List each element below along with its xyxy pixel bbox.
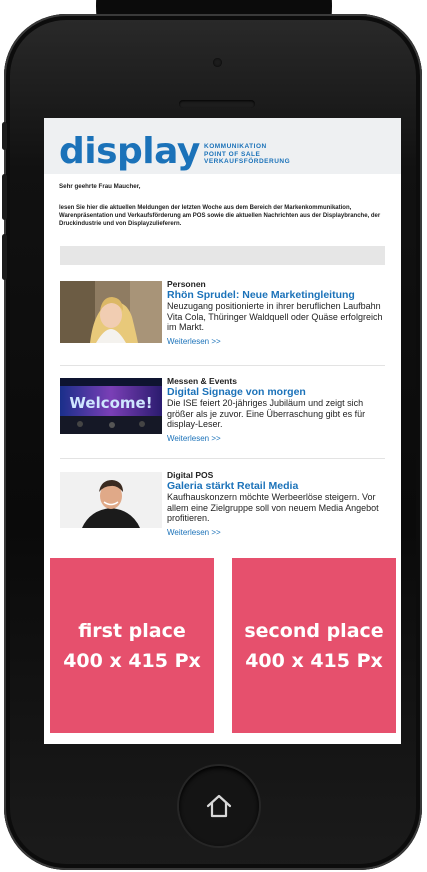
read-more-link[interactable]: Weiterlesen >> xyxy=(167,434,389,444)
volume-up-button xyxy=(2,174,7,220)
article-headline[interactable]: Digital Signage von morgen xyxy=(167,386,389,398)
article-divider xyxy=(60,365,385,366)
article-thumbnail[interactable] xyxy=(60,472,162,528)
logo-tagline-line: VERKAUFSFÖRDERUNG xyxy=(204,158,291,165)
article-divider xyxy=(60,458,385,459)
article-teaser: Kaufhauskonzern möchte Werbeerlöse steig… xyxy=(167,492,379,523)
article-teaser: Neuzugang positionierte in ihrer berufli… xyxy=(167,301,383,332)
ad-slot-first[interactable]: first place 400 x 415 Px xyxy=(50,558,214,733)
ad-size: 400 x 415 Px xyxy=(63,649,201,672)
read-more-link[interactable]: Weiterlesen >> xyxy=(167,528,389,538)
read-more-link[interactable]: Weiterlesen >> xyxy=(167,337,389,347)
article-headline[interactable]: Galeria stärkt Retail Media xyxy=(167,480,389,492)
newsletter-header: display KOMMUNIKATION POINT OF SALE VERK… xyxy=(44,118,401,174)
intro-text: lesen Sie hier die aktuellen Meldungen d… xyxy=(59,205,381,227)
home-icon xyxy=(206,794,232,818)
logo-tagline-line: KOMMUNIKATION xyxy=(204,143,267,150)
ad-label: second place xyxy=(244,619,384,642)
earpiece-speaker xyxy=(179,100,255,108)
newsletter-screen: display KOMMUNIKATION POINT OF SALE VERK… xyxy=(44,118,401,744)
ad-slot-second[interactable]: second place 400 x 415 Px xyxy=(232,558,396,733)
front-camera xyxy=(213,58,222,67)
greeting: Sehr geehrte Frau Maucher, xyxy=(59,183,141,190)
volume-down-button xyxy=(2,234,7,280)
article-teaser: Die ISE feiert 20-jähriges Jubiläum und … xyxy=(167,398,366,429)
ad-label: first place xyxy=(78,619,186,642)
mute-switch xyxy=(2,122,7,150)
article-category: Messen & Events xyxy=(167,376,237,386)
logo-tagline-line: POINT OF SALE xyxy=(204,150,261,158)
home-button[interactable] xyxy=(179,766,259,846)
article-category: Personen xyxy=(167,279,206,289)
logo-tagline: KOMMUNIKATION POINT OF SALE VERKAUFSFÖRD… xyxy=(204,143,290,166)
display-logo[interactable]: display xyxy=(59,132,200,172)
event-screen-text: Welcome! xyxy=(69,394,152,412)
ad-size: 400 x 415 Px xyxy=(245,649,383,672)
article-headline[interactable]: Rhön Sprudel: Neue Marketingleitung xyxy=(167,289,389,301)
banner-placeholder xyxy=(60,246,385,265)
article-thumbnail[interactable]: Welcome! xyxy=(60,378,162,434)
article-thumbnail[interactable] xyxy=(60,281,162,343)
article-category: Digital POS xyxy=(167,470,214,480)
